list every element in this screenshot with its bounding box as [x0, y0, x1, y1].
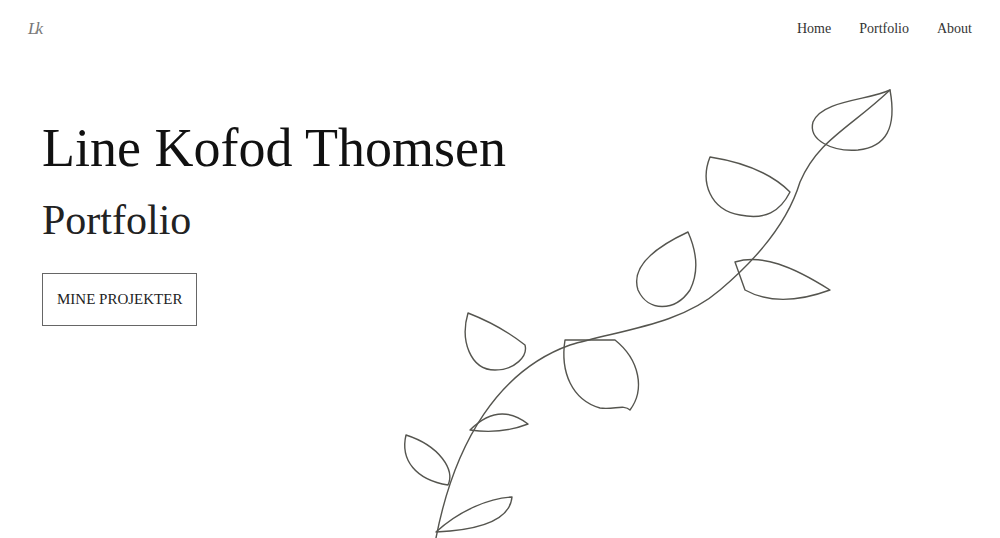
nav-link[interactable]: Portfolio	[859, 21, 909, 37]
hero-title: Line Kofod Thomsen	[42, 116, 506, 181]
vine-illustration	[0, 0, 1000, 538]
hero: Line Kofod Thomsen Portfolio MINE PROJEKTE…	[0, 44, 1000, 326]
nav-link[interactable]: Home	[797, 21, 831, 37]
logo[interactable]: Lk	[26, 17, 43, 41]
site-header: Lk Home Portfolio About	[0, 0, 1000, 44]
main-nav: Home Portfolio About	[797, 21, 972, 37]
nav-link[interactable]: About	[937, 21, 972, 37]
projects-button[interactable]: MINE PROJEKTER	[42, 273, 197, 326]
hero-subtitle: Portfolio	[42, 195, 191, 245]
